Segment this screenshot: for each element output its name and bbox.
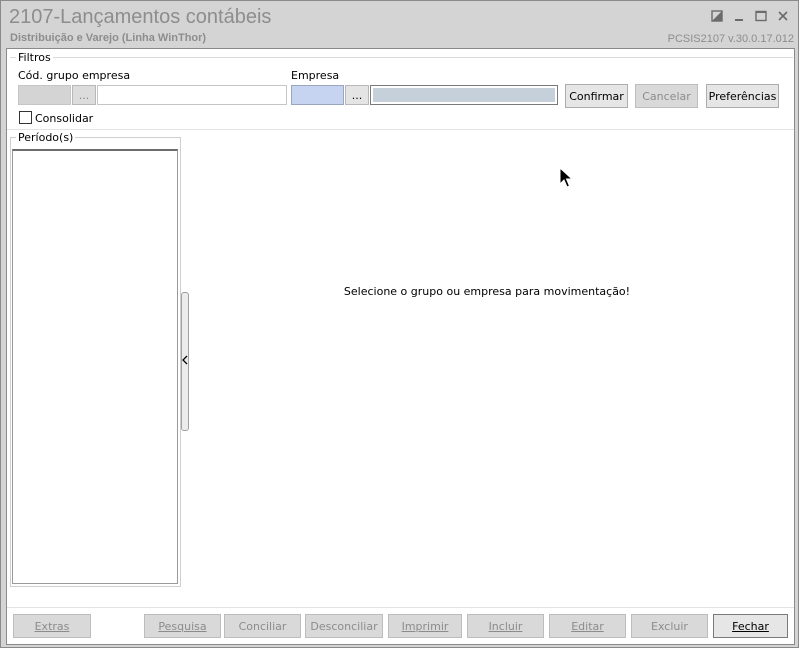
- incluir-button[interactable]: Incluir: [467, 614, 544, 638]
- cancelar-button[interactable]: Cancelar: [635, 84, 698, 108]
- imprimir-button[interactable]: Imprimir: [388, 614, 462, 638]
- excluir-label: Excluir: [651, 619, 688, 633]
- maximize-icon[interactable]: [750, 7, 772, 25]
- imprimir-label: Imprimir: [401, 619, 449, 633]
- extras-button[interactable]: Extras: [13, 614, 91, 638]
- close-icon[interactable]: [772, 7, 794, 25]
- fechar-button[interactable]: Fechar: [713, 614, 788, 638]
- window-controls: [706, 7, 794, 25]
- minimize-icon[interactable]: [728, 7, 750, 25]
- preferencias-label: Preferências: [708, 89, 777, 103]
- client-area: Filtros Cód. grupo empresa ... Empresa .…: [6, 48, 795, 645]
- excluir-button[interactable]: Excluir: [631, 614, 708, 638]
- chevron-left-icon: [182, 355, 188, 368]
- periodo-legend: Período(s): [16, 131, 76, 144]
- cod-grupo-label: Cód. grupo empresa: [18, 69, 131, 82]
- panel-splitter[interactable]: [181, 292, 189, 431]
- extras-label: Extras: [34, 619, 70, 633]
- consolidar-label: Consolidar: [35, 112, 94, 125]
- confirmar-label: Confirmar: [569, 89, 624, 103]
- filters-divider: [7, 129, 794, 130]
- empresa-label: Empresa: [291, 69, 340, 82]
- editar-label: Editar: [571, 619, 604, 633]
- title-bar[interactable]: 2107-Lançamentos contábeis Distribuição …: [1, 1, 798, 48]
- cod-grupo-input[interactable]: [18, 85, 71, 105]
- periodo-list[interactable]: [12, 149, 178, 584]
- version-label: PCSIS2107 v.30.0.17.012: [667, 33, 794, 45]
- window-title: 2107-Lançamentos contábeis: [9, 6, 272, 28]
- preferencias-button[interactable]: Preferências: [706, 84, 779, 108]
- restore-icon[interactable]: [706, 7, 728, 25]
- empresa-input[interactable]: [291, 85, 344, 105]
- desconciliar-label: Desconciliar: [310, 619, 378, 633]
- window-subtitle: Distribuição e Varejo (Linha WinThor): [10, 32, 207, 44]
- app-window: 2107-Lançamentos contábeis Distribuição …: [0, 0, 799, 648]
- cancelar-label: Cancelar: [642, 89, 691, 103]
- cod-grupo-lookup-button[interactable]: ...: [72, 85, 96, 105]
- filters-legend: Filtros: [16, 51, 53, 64]
- conciliar-button[interactable]: Conciliar: [224, 614, 301, 638]
- cod-grupo-description-field: [97, 85, 287, 105]
- incluir-label: Incluir: [488, 619, 523, 633]
- consolidar-checkbox[interactable]: [19, 111, 32, 124]
- empresa-description-field: [370, 85, 558, 105]
- empty-state-message: Selecione o grupo ou empresa para movime…: [343, 285, 631, 298]
- mouse-pointer-icon: [559, 166, 574, 189]
- empresa-description: [373, 88, 555, 102]
- conciliar-label: Conciliar: [238, 619, 287, 633]
- pesquisa-label: Pesquisa: [158, 619, 207, 633]
- filters-group: [10, 57, 793, 58]
- pesquisa-button[interactable]: Pesquisa: [144, 614, 221, 638]
- editar-button[interactable]: Editar: [549, 614, 626, 638]
- fechar-label: Fechar: [732, 619, 769, 633]
- empresa-lookup-button[interactable]: ...: [345, 85, 369, 105]
- footer-divider: [7, 607, 794, 608]
- desconciliar-button[interactable]: Desconciliar: [305, 614, 383, 638]
- confirmar-button[interactable]: Confirmar: [565, 84, 628, 108]
